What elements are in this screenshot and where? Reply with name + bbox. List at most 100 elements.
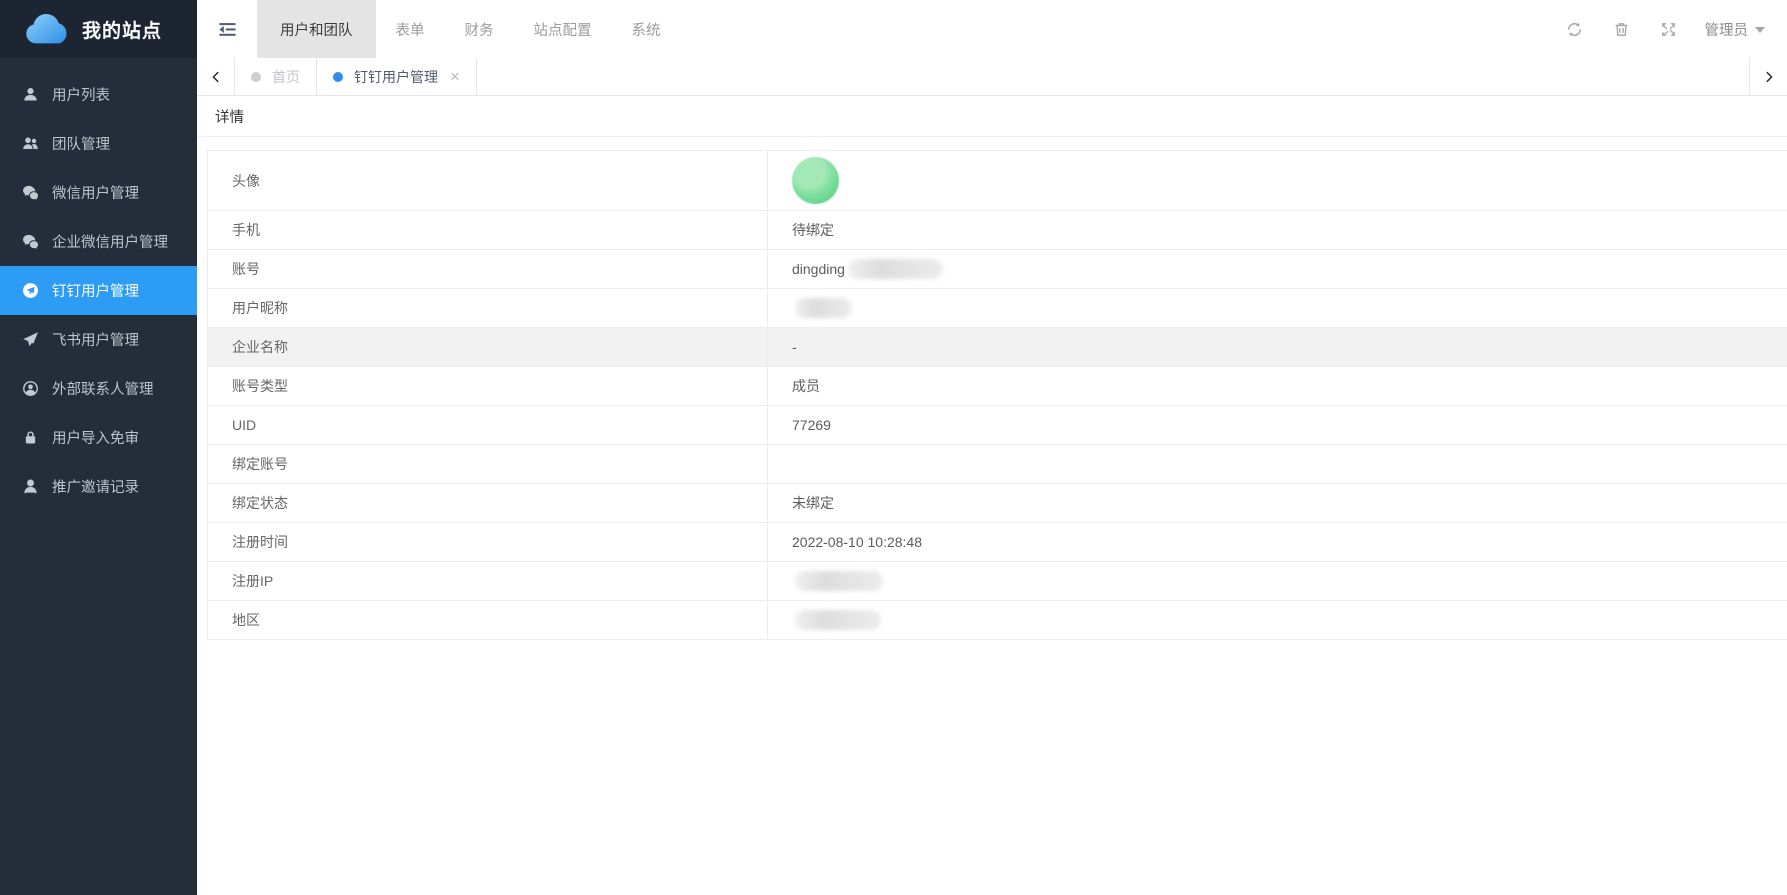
detail-table: 头像 手机 待绑定 <box>207 150 1787 640</box>
table-row: 地区 <box>208 601 1787 640</box>
sidebar-item[interactable]: 用户列表 <box>0 70 197 119</box>
main-area: 用户和团队 表单 财务 站点配置 系统 <box>197 0 1787 895</box>
topnav-tab[interactable]: 站点配置 <box>514 0 612 58</box>
row-label: UID <box>208 406 768 444</box>
tabs-scroll-left-icon[interactable] <box>197 58 235 95</box>
topbar: 用户和团队 表单 财务 站点配置 系统 <box>197 0 1787 58</box>
row-value-text: 待绑定 <box>792 220 834 240</box>
tabbar-spacer <box>477 58 1749 95</box>
table-row: 手机 待绑定 <box>208 211 1787 250</box>
sidebar-menu: 用户列表 团队管理 微信用户管理 企业微信用户管理 <box>0 58 197 511</box>
row-label: 注册时间 <box>208 523 768 561</box>
site-logo[interactable]: 我的站点 <box>0 0 197 58</box>
sidebar-item-label: 团队管理 <box>52 133 110 154</box>
row-value-text: 成员 <box>792 376 820 396</box>
tab-close-icon[interactable]: × <box>450 68 460 85</box>
sidebar-item[interactable]: 推广邀请记录 <box>0 462 197 511</box>
table-row: 注册IP <box>208 562 1787 601</box>
redacted-blur <box>795 571 883 591</box>
row-label: 账号 <box>208 250 768 288</box>
row-value <box>768 289 1787 327</box>
caret-down-icon <box>1755 27 1765 33</box>
row-value <box>768 601 1787 639</box>
invite-icon <box>21 478 39 496</box>
sidebar-item[interactable]: 外部联系人管理 <box>0 364 197 413</box>
row-label: 绑定状态 <box>208 484 768 522</box>
redacted-blur <box>795 298 852 318</box>
row-label: 用户昵称 <box>208 289 768 327</box>
app-root: 我的站点 用户列表 团队管理 微信用户管理 <box>0 0 1787 895</box>
topnav-tab[interactable]: 系统 <box>612 0 681 58</box>
refresh-icon[interactable] <box>1566 21 1583 38</box>
dingtalk-icon <box>21 282 39 300</box>
user-icon <box>21 86 39 104</box>
feishu-icon <box>21 331 39 349</box>
table-row: 绑定状态 未绑定 <box>208 484 1787 523</box>
user-menu[interactable]: 管理员 <box>1705 19 1766 40</box>
sidebar-item[interactable]: 飞书用户管理 <box>0 315 197 364</box>
sidebar-item-label: 飞书用户管理 <box>52 329 139 350</box>
redacted-blur <box>848 259 943 279</box>
row-value: dingding <box>768 250 1787 288</box>
table-row: 账号 dingding <box>208 250 1787 289</box>
row-label: 地区 <box>208 601 768 639</box>
table-row: 企业名称 - <box>208 328 1787 367</box>
row-label: 绑定账号 <box>208 445 768 483</box>
row-value-text: - <box>792 339 797 355</box>
topnav-tab[interactable]: 用户和团队 <box>257 0 376 58</box>
sidebar-item-label: 推广邀请记录 <box>52 476 139 497</box>
redacted-blur <box>795 610 881 630</box>
row-value-text: 2022-08-10 10:28:48 <box>792 534 922 550</box>
collapse-sidebar-icon[interactable] <box>197 0 257 58</box>
sidebar-item[interactable]: 团队管理 <box>0 119 197 168</box>
sidebar-item-label: 用户导入免审 <box>52 427 139 448</box>
row-value <box>768 445 1787 483</box>
lock-icon <box>21 429 39 447</box>
tab-dot-icon <box>251 72 261 82</box>
sidebar-item-label: 钉钉用户管理 <box>52 280 139 301</box>
page-tabbar: 首页 × 钉钉用户管理 × <box>197 58 1787 96</box>
content: 详情 头像 手机 <box>197 96 1787 895</box>
table-row: 头像 <box>208 151 1787 211</box>
table-row: UID 77269 <box>208 406 1787 445</box>
cloud-logo-icon <box>24 13 70 45</box>
row-value <box>768 151 1787 210</box>
row-value: 待绑定 <box>768 211 1787 249</box>
sidebar-item-label: 微信用户管理 <box>52 182 139 203</box>
sidebar-item[interactable]: 钉钉用户管理 <box>0 266 197 315</box>
topnav-tab[interactable]: 财务 <box>445 0 514 58</box>
row-value-text: 77269 <box>792 417 831 433</box>
row-label: 手机 <box>208 211 768 249</box>
page-tab-label: 首页 <box>272 67 300 87</box>
wechat-icon <box>21 184 39 202</box>
page-tab[interactable]: 钉钉用户管理 × <box>317 58 477 95</box>
page-tab-label: 钉钉用户管理 <box>354 67 438 87</box>
sidebar-item[interactable]: 企业微信用户管理 <box>0 217 197 266</box>
tabs-scroll-right-icon[interactable] <box>1749 58 1787 95</box>
sidebar-item-label: 外部联系人管理 <box>52 378 154 399</box>
table-row: 绑定账号 <box>208 445 1787 484</box>
sidebar-item[interactable]: 微信用户管理 <box>0 168 197 217</box>
tab-dot-icon <box>333 72 343 82</box>
row-value-text: 未绑定 <box>792 493 834 513</box>
trash-icon[interactable] <box>1613 21 1630 38</box>
table-row: 账号类型 成员 <box>208 367 1787 406</box>
topbar-tools: 管理员 <box>1536 0 1787 58</box>
user-menu-label: 管理员 <box>1705 19 1749 40</box>
row-value-text: dingding <box>792 261 845 277</box>
sidebar-item[interactable]: 用户导入免审 <box>0 413 197 462</box>
table-row: 用户昵称 <box>208 289 1787 328</box>
topnav: 用户和团队 表单 财务 站点配置 系统 <box>257 0 681 58</box>
fullscreen-icon[interactable] <box>1660 21 1677 38</box>
row-value: - <box>768 328 1787 366</box>
sidebar-item-label: 用户列表 <box>52 84 110 105</box>
contacts-icon <box>21 380 39 398</box>
table-row: 注册时间 2022-08-10 10:28:48 <box>208 523 1787 562</box>
avatar <box>792 157 839 204</box>
row-label: 企业名称 <box>208 328 768 366</box>
row-value: 成员 <box>768 367 1787 405</box>
topnav-tab[interactable]: 表单 <box>376 0 445 58</box>
wecom-icon <box>21 233 39 251</box>
page-tab[interactable]: 首页 × <box>235 58 317 95</box>
sidebar: 我的站点 用户列表 团队管理 微信用户管理 <box>0 0 197 895</box>
